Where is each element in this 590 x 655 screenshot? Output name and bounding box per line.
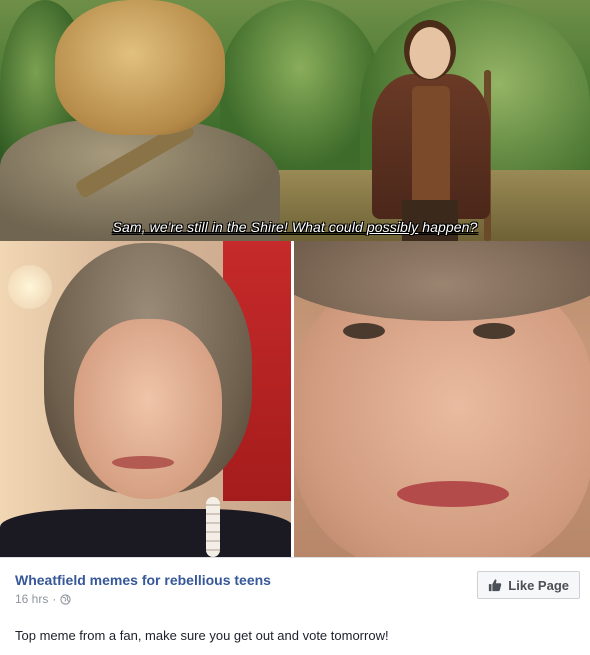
like-page-button[interactable]: Like Page — [477, 571, 580, 599]
meme-image[interactable]: Sam, we're still in the Shire! What coul… — [0, 0, 590, 557]
post-timestamp[interactable]: 16 hrs — [15, 592, 48, 606]
portrait-panel-left — [0, 241, 293, 557]
background-figure-head — [404, 20, 456, 80]
portrait-jacket — [0, 509, 293, 557]
background-light — [8, 265, 52, 309]
globe-icon[interactable] — [60, 593, 71, 605]
meta-separator: · — [52, 592, 57, 606]
subtitle-prefix: Sam, we're still in the Shire! What coul… — [112, 219, 367, 235]
portrait-face — [74, 319, 222, 499]
movie-subtitle: Sam, we're still in the Shire! What coul… — [0, 219, 590, 235]
subtitle-suffix: happen? — [418, 219, 478, 235]
closeup-right-eye — [473, 323, 515, 339]
movie-still-panel: Sam, we're still in the Shire! What coul… — [0, 0, 590, 241]
foreground-figure-hair — [55, 0, 225, 135]
panel-divider — [291, 241, 294, 557]
like-page-label: Like Page — [508, 577, 569, 593]
subtitle-underlined-word: possibly — [366, 219, 419, 235]
closeup-smile — [397, 481, 509, 507]
post-caption: Top meme from a fan, make sure you get o… — [15, 628, 389, 643]
thumbs-up-icon — [489, 579, 502, 592]
post-meta: 16 hrs · — [15, 592, 71, 606]
closeup-left-eye — [343, 323, 385, 339]
background-figure-vest — [412, 86, 450, 206]
closeup-hair — [293, 241, 590, 321]
closeup-panel-right — [293, 241, 590, 557]
post-footer: Wheatfield memes for rebellious teens 16… — [0, 557, 590, 655]
page-name-link[interactable]: Wheatfield memes for rebellious teens — [15, 572, 271, 588]
portrait-smile — [112, 456, 174, 469]
pearl-necklace — [206, 497, 220, 557]
